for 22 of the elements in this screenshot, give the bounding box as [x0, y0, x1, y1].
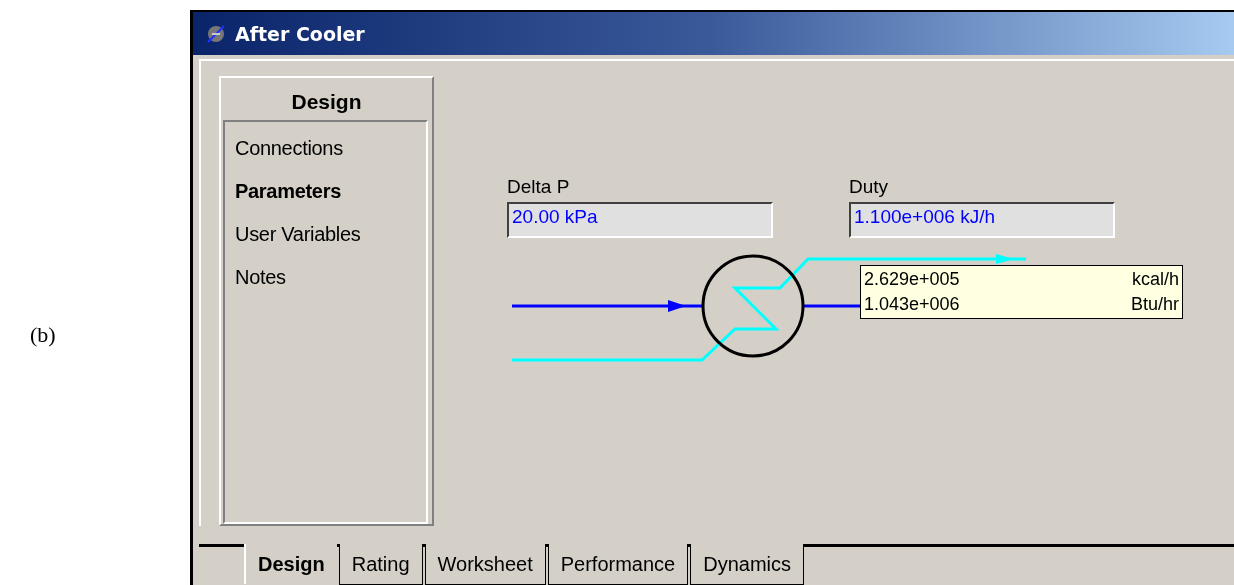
sidebar-item[interactable]: Parameters [225, 173, 426, 216]
tooltip-value: 1.043e+006 [864, 293, 960, 316]
tooltip-value: 2.629e+005 [864, 268, 960, 291]
input-field[interactable]: 1.100e+006 kJ/h [849, 202, 1115, 238]
input-field[interactable]: 20.00 kPa [507, 202, 773, 238]
app-icon [205, 22, 227, 45]
sidebar-item[interactable]: Notes [225, 259, 426, 302]
tooltip-unit: Btu/hr [1130, 293, 1179, 316]
tab[interactable]: Rating [338, 544, 423, 585]
field-label: Duty [849, 176, 890, 198]
tooltip-unit: kcal/h [1131, 268, 1179, 291]
sidebar-header: Design [290, 89, 363, 115]
tab[interactable]: Design [244, 544, 337, 584]
field-label: Delta P [507, 176, 571, 198]
sidebar-item[interactable]: Connections [225, 130, 426, 173]
tab[interactable]: Worksheet [424, 544, 546, 585]
window-title: After Cooler [235, 22, 365, 45]
tab[interactable]: Performance [547, 544, 689, 585]
sidebar-item[interactable]: User Variables [225, 216, 426, 259]
tab[interactable]: Dynamics [690, 544, 805, 585]
outlet-stream-line [803, 304, 862, 308]
figure-label: (b) [30, 322, 56, 348]
